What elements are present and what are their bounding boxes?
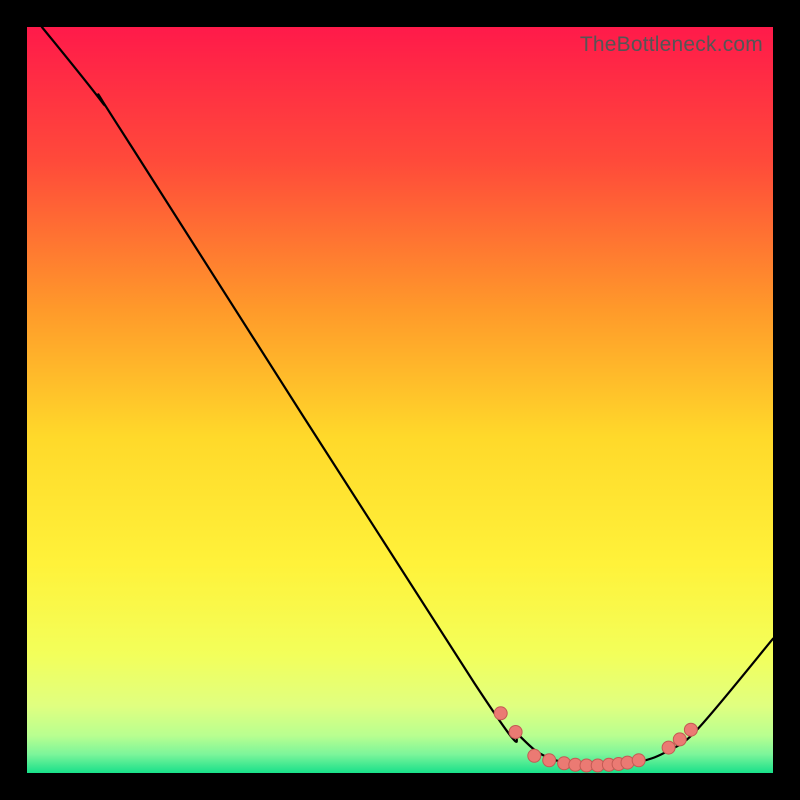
marker-dot xyxy=(684,723,697,736)
bottleneck-curve xyxy=(42,27,773,766)
marker-dot xyxy=(621,756,634,769)
marker-dot xyxy=(528,749,541,762)
chart-area: TheBottleneck.com xyxy=(27,27,773,773)
marker-dot xyxy=(543,754,556,767)
marker-dot xyxy=(662,741,675,754)
marker-dot xyxy=(632,754,645,767)
marker-dot xyxy=(494,707,507,720)
marker-dot xyxy=(673,733,686,746)
curve-layer xyxy=(27,27,773,773)
marker-dot xyxy=(509,726,522,739)
